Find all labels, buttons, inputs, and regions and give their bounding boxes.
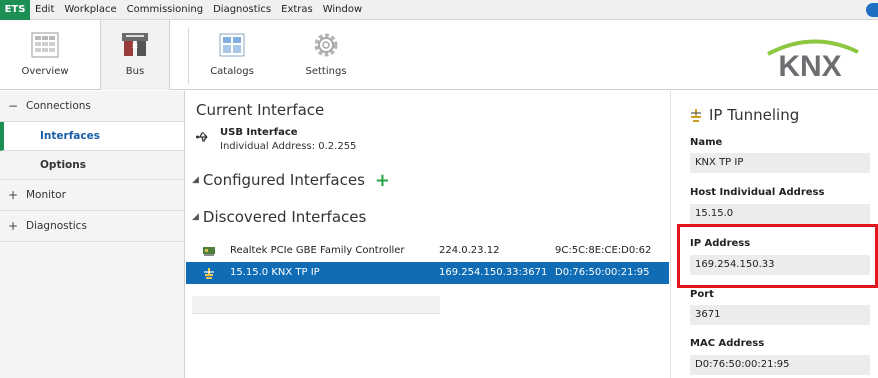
ribbon: Overview Bus Catalogs Settings KNX (0, 20, 878, 90)
configured-interfaces-label: Configured Interfaces (202, 171, 365, 189)
nav-connections-label: Connections (26, 100, 91, 112)
menu-workplace[interactable]: Workplace (59, 4, 121, 15)
expand-icon[interactable]: + (8, 188, 26, 202)
add-interface-button[interactable]: + (375, 171, 390, 189)
bus-icon (122, 33, 148, 56)
menu-diagnostics[interactable]: Diagnostics (208, 4, 276, 15)
discovered-interfaces-label: Discovered Interfaces (202, 208, 367, 226)
properties-panel: IP Tunneling Name KNX TP IP Host Individ… (670, 91, 878, 378)
ip-address-field[interactable]: 169.254.150.33 (690, 255, 870, 275)
collapse-icon[interactable]: − (8, 99, 26, 113)
triangle-icon: ◢ (192, 175, 199, 185)
usb-icon (196, 132, 208, 142)
menu-commissioning[interactable]: Commissioning (122, 4, 208, 15)
menu-window[interactable]: Window (318, 4, 367, 15)
port-label: Port (690, 289, 714, 300)
host-address-field[interactable]: 15.15.0 (690, 204, 870, 224)
ets-menu[interactable]: ETS (0, 0, 30, 20)
interface-mac: 9C:5C:8E:CE:D0:62 (555, 245, 652, 256)
nav-group-diagnostics[interactable]: + Diagnostics (0, 211, 184, 242)
current-interface-name: USB Interface (220, 127, 298, 138)
new-interface-row[interactable] (192, 296, 440, 314)
interfaces-panel: Current Interface USB Interface Individu… (186, 91, 669, 378)
settings-label: Settings (305, 66, 347, 77)
current-interface-heading: Current Interface (196, 101, 325, 119)
catalogs-icon (219, 33, 245, 57)
settings-button[interactable]: Settings (298, 20, 354, 90)
interface-mac: D0:76:50:00:21:95 (555, 267, 650, 278)
help-icon[interactable] (866, 3, 878, 17)
nav-diagnostics-label: Diagnostics (26, 220, 87, 232)
port-field[interactable]: 3671 (690, 305, 870, 325)
configured-interfaces-heading[interactable]: ◢ Configured Interfaces + (192, 171, 390, 189)
ip-tunneling-icon (204, 268, 214, 279)
overview-icon (31, 32, 59, 58)
left-navigation: − Connections Interfaces Options + Monit… (0, 91, 185, 378)
name-label: Name (690, 137, 723, 148)
nav-group-monitor[interactable]: + Monitor (0, 180, 184, 211)
properties-heading: IP Tunneling (689, 106, 799, 124)
nav-item-interfaces[interactable]: Interfaces (0, 122, 184, 151)
nav-group-connections[interactable]: − Connections (0, 91, 184, 122)
name-field[interactable]: KNX TP IP (690, 153, 870, 173)
table-row[interactable]: 15.15.0 KNX TP IP 169.254.150.33:3671 D0… (186, 262, 669, 284)
bus-label: Bus (125, 66, 145, 77)
knx-logo: KNX (767, 39, 859, 80)
catalogs-label: Catalogs (210, 66, 254, 77)
current-interface-address: Individual Address: 0.2.255 (220, 141, 357, 152)
triangle-icon: ◢ (192, 212, 199, 222)
ip-address-label: IP Address (690, 238, 751, 249)
host-address-label: Host Individual Address (690, 187, 825, 198)
knx-logo-text: KNX (778, 50, 841, 80)
network-card-icon (203, 247, 215, 256)
menu-bar: ETS Edit Workplace Commissioning Diagnos… (0, 0, 878, 20)
table-row[interactable]: Realtek PCIe GBE Family Controller 224.0… (186, 240, 669, 262)
catalogs-button[interactable]: Catalogs (207, 20, 257, 90)
overview-label: Overview (21, 66, 69, 77)
ip-tunneling-icon (691, 109, 701, 122)
interface-name: Realtek PCIe GBE Family Controller (230, 245, 405, 256)
menu-edit[interactable]: Edit (30, 4, 59, 15)
overview-button[interactable]: Overview (20, 20, 70, 90)
mac-address-field[interactable]: D0:76:50:00:21:95 (690, 355, 870, 375)
menu-extras[interactable]: Extras (276, 4, 318, 15)
properties-title: IP Tunneling (709, 106, 800, 124)
discovered-interfaces-heading[interactable]: ◢ Discovered Interfaces (192, 208, 366, 226)
interface-ip: 224.0.23.12 (439, 245, 500, 256)
gear-icon (314, 33, 338, 57)
bus-button[interactable]: Bus (100, 20, 170, 90)
discovered-interfaces-list: Realtek PCIe GBE Family Controller 224.0… (186, 240, 669, 284)
ribbon-separator (188, 28, 189, 84)
expand-icon[interactable]: + (8, 219, 26, 233)
nav-monitor-label: Monitor (26, 189, 66, 201)
interface-ip: 169.254.150.33:3671 (439, 267, 548, 278)
interface-name: 15.15.0 KNX TP IP (230, 267, 320, 278)
nav-item-options[interactable]: Options (0, 151, 184, 180)
mac-address-label: MAC Address (690, 338, 765, 349)
